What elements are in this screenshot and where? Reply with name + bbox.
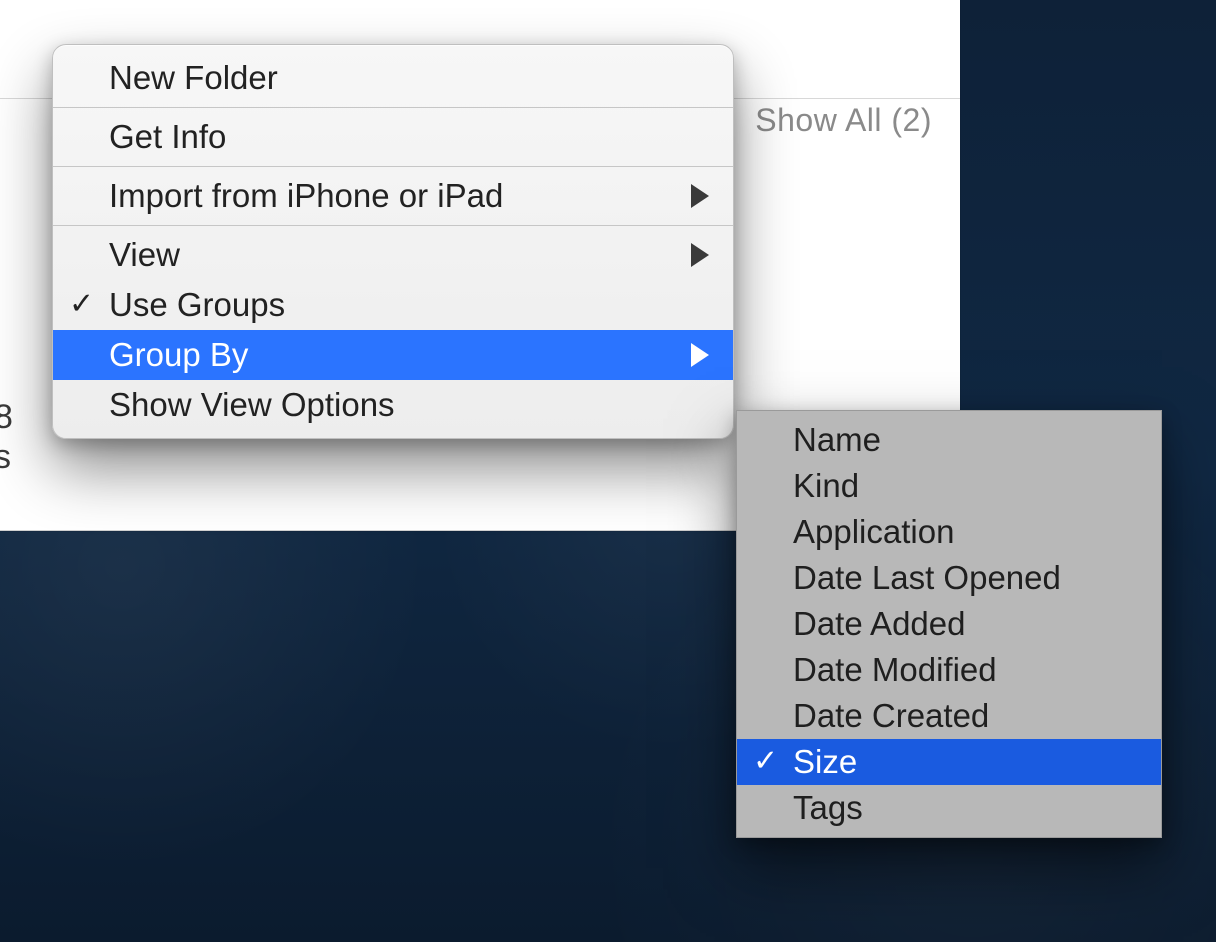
menu-group-by[interactable]: Group By (53, 330, 733, 380)
menu-separator (53, 107, 733, 108)
checkmark-icon: ✓ (753, 746, 778, 776)
menu-separator (53, 225, 733, 226)
partial-text-top: 8 (0, 398, 13, 437)
submenu-application-label: Application (793, 513, 954, 551)
show-all-count-open: ( (891, 102, 902, 138)
submenu-tags-label: Tags (793, 789, 863, 827)
menu-group-by-label: Group By (109, 336, 248, 374)
show-all-count-close: ) (921, 102, 932, 138)
context-menu: New Folder Get Info Import from iPhone o… (52, 44, 734, 439)
show-all-count: 2 (903, 102, 921, 138)
submenu-tags[interactable]: Tags (737, 785, 1161, 831)
submenu-name-label: Name (793, 421, 881, 459)
submenu-size-label: Size (793, 743, 857, 781)
submenu-date-created-label: Date Created (793, 697, 989, 735)
submenu-date-added[interactable]: Date Added (737, 601, 1161, 647)
submenu-date-modified[interactable]: Date Modified (737, 647, 1161, 693)
menu-use-groups-label: Use Groups (109, 286, 285, 324)
submenu-date-last-opened-label: Date Last Opened (793, 559, 1061, 597)
submenu-kind[interactable]: Kind (737, 463, 1161, 509)
submenu-name[interactable]: Name (737, 417, 1161, 463)
show-all-button[interactable]: Show All (2) (755, 102, 932, 139)
submenu-size[interactable]: ✓ Size (737, 739, 1161, 785)
group-by-submenu: Name Kind Application Date Last Opened D… (736, 410, 1162, 838)
menu-new-folder[interactable]: New Folder (53, 53, 733, 103)
menu-use-groups[interactable]: ✓ Use Groups (53, 280, 733, 330)
triangle-right-icon (691, 243, 709, 267)
show-all-label: Show All (755, 102, 882, 138)
menu-new-folder-label: New Folder (109, 59, 278, 97)
triangle-right-icon (691, 343, 709, 367)
desktop-background: Show All (2) 8 s New Folder Get Info Imp… (0, 0, 1216, 942)
menu-view-label: View (109, 236, 180, 274)
submenu-date-modified-label: Date Modified (793, 651, 997, 689)
menu-show-view-options-label: Show View Options (109, 386, 395, 424)
partial-text-bottom: s (0, 438, 11, 477)
submenu-application[interactable]: Application (737, 509, 1161, 555)
menu-show-view-options[interactable]: Show View Options (53, 380, 733, 430)
triangle-right-icon (691, 184, 709, 208)
menu-view[interactable]: View (53, 230, 733, 280)
submenu-date-added-label: Date Added (793, 605, 965, 643)
submenu-date-created[interactable]: Date Created (737, 693, 1161, 739)
submenu-kind-label: Kind (793, 467, 859, 505)
menu-import-label: Import from iPhone or iPad (109, 177, 503, 215)
submenu-date-last-opened[interactable]: Date Last Opened (737, 555, 1161, 601)
checkmark-icon: ✓ (69, 289, 94, 319)
menu-get-info[interactable]: Get Info (53, 112, 733, 162)
menu-get-info-label: Get Info (109, 118, 226, 156)
menu-import[interactable]: Import from iPhone or iPad (53, 171, 733, 221)
menu-separator (53, 166, 733, 167)
